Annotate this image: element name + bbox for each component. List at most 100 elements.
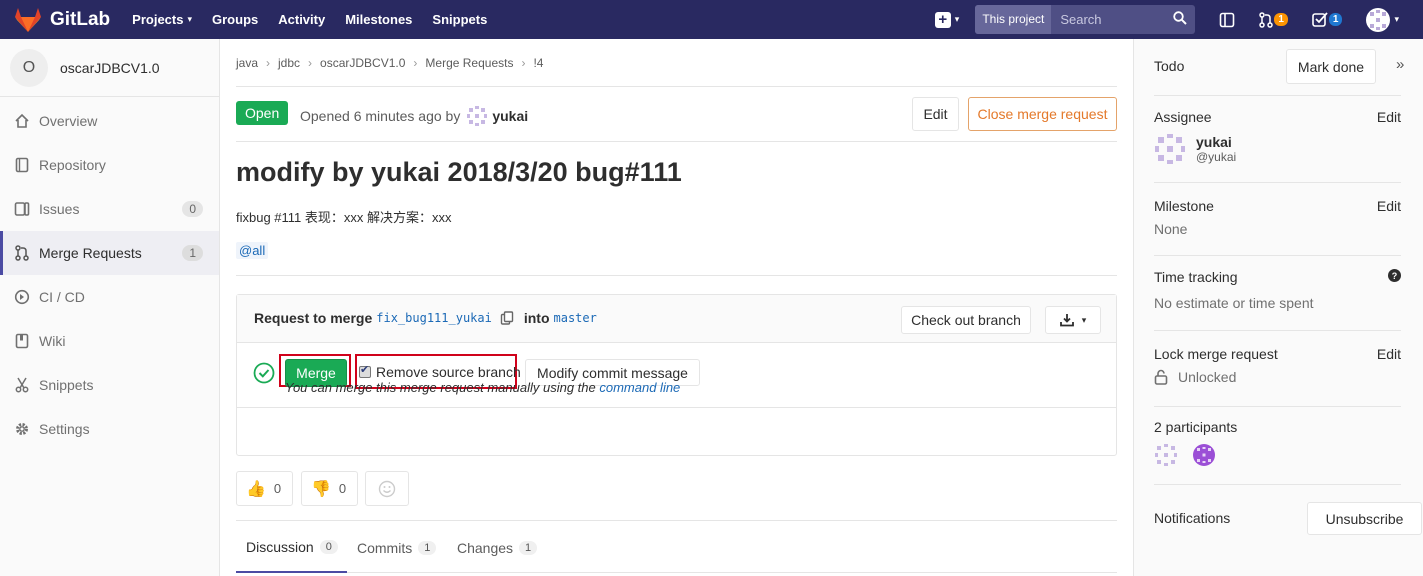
- close-merge-request-button[interactable]: Close merge request: [968, 97, 1117, 131]
- issues-icon: [13, 200, 31, 218]
- todos-nav-button[interactable]: 1: [1312, 12, 1343, 27]
- opened-info: Opened 6 minutes ago by yukai: [300, 105, 528, 127]
- assignee-section: Assignee Edit yukai @yukai: [1154, 109, 1401, 169]
- sidebar-item-label: Merge Requests: [39, 245, 142, 261]
- new-dropdown-button[interactable]: + ▾: [934, 11, 960, 28]
- command-line-link[interactable]: command line: [599, 380, 680, 395]
- plus-icon: +: [934, 11, 951, 28]
- chevron-right-icon: ›: [521, 56, 526, 70]
- nav-projects[interactable]: Projects ▾: [132, 12, 192, 27]
- gitlab-logo[interactable]: GitLab: [14, 7, 110, 33]
- sidebar-item-label: Snippets: [39, 377, 94, 393]
- tab-commits[interactable]: Commits 1: [347, 523, 446, 573]
- lock-status: Unlocked: [1154, 369, 1401, 385]
- mr-description: fixbug #111 表现：xxx 解决方案：xxx: [236, 210, 452, 225]
- copy-icon[interactable]: [500, 311, 514, 325]
- time-tracking-label: Time tracking: [1154, 269, 1238, 285]
- manual-merge-text: You can merge this merge request manuall…: [285, 380, 596, 395]
- sidebar-item-merge-requests[interactable]: Merge Requests 1: [0, 231, 219, 275]
- issues-count-badge: 0: [182, 201, 203, 217]
- avatar[interactable]: [1154, 443, 1178, 467]
- sidebar-item-issues[interactable]: Issues 0: [0, 187, 219, 231]
- check-out-branch-button[interactable]: Check out branch: [901, 306, 1031, 334]
- sidebar-item-ci-cd[interactable]: CI / CD: [0, 275, 219, 319]
- sidebar-item-overview[interactable]: Overview: [0, 99, 219, 143]
- breadcrumb-item-java[interactable]: java: [236, 56, 258, 70]
- checkbox[interactable]: [359, 363, 371, 378]
- divider: [1154, 406, 1401, 407]
- opened-text: Opened 6 minutes ago by: [300, 108, 461, 124]
- download-dropdown-button[interactable]: ▾: [1045, 306, 1101, 334]
- chevron-right-icon: ›: [308, 56, 313, 70]
- mark-done-button[interactable]: Mark done: [1286, 49, 1376, 84]
- breadcrumb-item-merge-requests[interactable]: Merge Requests: [425, 56, 513, 70]
- merge-request-branches: Request to merge fix_bug111_yukai into m…: [254, 310, 597, 326]
- search-scope[interactable]: This project: [975, 5, 1052, 34]
- user-menu-button[interactable]: ▾: [1366, 7, 1399, 32]
- search-box[interactable]: This project Search: [975, 5, 1196, 34]
- sidebar-item-settings[interactable]: Settings: [0, 407, 219, 451]
- avatar[interactable]: [466, 105, 488, 127]
- todo-check-icon: [1312, 12, 1328, 27]
- assignee-user[interactable]: yukai @yukai: [1154, 133, 1236, 165]
- smiley-icon: [378, 480, 396, 497]
- collapse-sidebar-icon[interactable]: »: [1396, 56, 1404, 73]
- tab-changes[interactable]: Changes 1: [447, 523, 547, 573]
- assignee-edit-link[interactable]: Edit: [1377, 109, 1401, 125]
- search-input[interactable]: Search: [1051, 5, 1165, 34]
- nav-snippets[interactable]: Snippets: [432, 12, 487, 27]
- assignee-name: yukai: [1196, 134, 1232, 150]
- divider: [1154, 95, 1401, 96]
- unsubscribe-button[interactable]: Unsubscribe: [1307, 502, 1422, 535]
- sidebar-item-label: Wiki: [39, 333, 66, 349]
- tab-count: 1: [519, 541, 538, 555]
- sidebar-item-wiki[interactable]: Wiki: [0, 319, 219, 363]
- status-badge: Open: [236, 101, 289, 125]
- todo-count-badge: 1: [1328, 13, 1343, 26]
- source-branch-link[interactable]: fix_bug111_yukai: [376, 311, 492, 325]
- add-reaction-button[interactable]: [365, 471, 409, 506]
- nav-groups[interactable]: Groups: [212, 12, 258, 27]
- nav-activity[interactable]: Activity: [278, 12, 325, 27]
- divider: [236, 86, 1117, 87]
- thumbs-up-award-button[interactable]: 👍 0: [236, 471, 293, 506]
- breadcrumb-item-mr-id[interactable]: !4: [533, 56, 543, 70]
- breadcrumb-item-project[interactable]: oscarJDBCV1.0: [320, 56, 405, 70]
- project-header[interactable]: O oscarJDBCV1.0: [0, 39, 219, 97]
- milestone-value: None: [1154, 221, 1188, 237]
- milestone-edit-link[interactable]: Edit: [1377, 198, 1401, 214]
- participants-list: [1154, 443, 1401, 467]
- target-branch-link[interactable]: master: [554, 311, 597, 325]
- sidebar-item-label: Settings: [39, 421, 90, 437]
- thumbs-down-award-button[interactable]: 👎 0: [301, 471, 358, 506]
- rocket-icon: [13, 288, 31, 306]
- todo-label: Todo: [1154, 58, 1185, 74]
- remove-source-branch-checkbox[interactable]: Remove source branch: [359, 363, 521, 380]
- sidebar-item-label: Issues: [39, 201, 80, 217]
- divider: [236, 275, 1117, 276]
- sidebar-toggle-button[interactable]: [1219, 12, 1235, 28]
- edit-button[interactable]: Edit: [912, 97, 959, 131]
- author-link[interactable]: yukai: [492, 108, 528, 124]
- breadcrumb-item-jdbc[interactable]: jdbc: [278, 56, 300, 70]
- mention-link[interactable]: @all: [236, 242, 269, 259]
- thumbs-up-count: 0: [273, 481, 282, 496]
- nav-milestones[interactable]: Milestones: [345, 12, 412, 27]
- divider: [1154, 255, 1401, 256]
- question-circle-icon[interactable]: ?: [1388, 269, 1401, 285]
- manual-merge-note: You can merge this merge request manuall…: [285, 380, 680, 395]
- chevron-down-icon: ▾: [954, 14, 960, 24]
- gear-icon: [13, 420, 31, 438]
- tab-label: Discussion: [246, 539, 314, 555]
- participants-label: 2 participants: [1154, 419, 1238, 435]
- tab-discussion[interactable]: Discussion 0: [236, 523, 347, 573]
- lock-value: Unlocked: [1178, 369, 1237, 385]
- chevron-down-icon: ▾: [1394, 14, 1399, 24]
- merge-requests-nav-button[interactable]: 1: [1259, 11, 1288, 28]
- lock-edit-link[interactable]: Edit: [1377, 346, 1401, 362]
- tab-count: 1: [418, 541, 437, 555]
- assignee-handle: @yukai: [1196, 150, 1237, 164]
- avatar[interactable]: [1192, 443, 1216, 467]
- sidebar-item-snippets[interactable]: Snippets: [0, 363, 219, 407]
- sidebar-item-repository[interactable]: Repository: [0, 143, 219, 187]
